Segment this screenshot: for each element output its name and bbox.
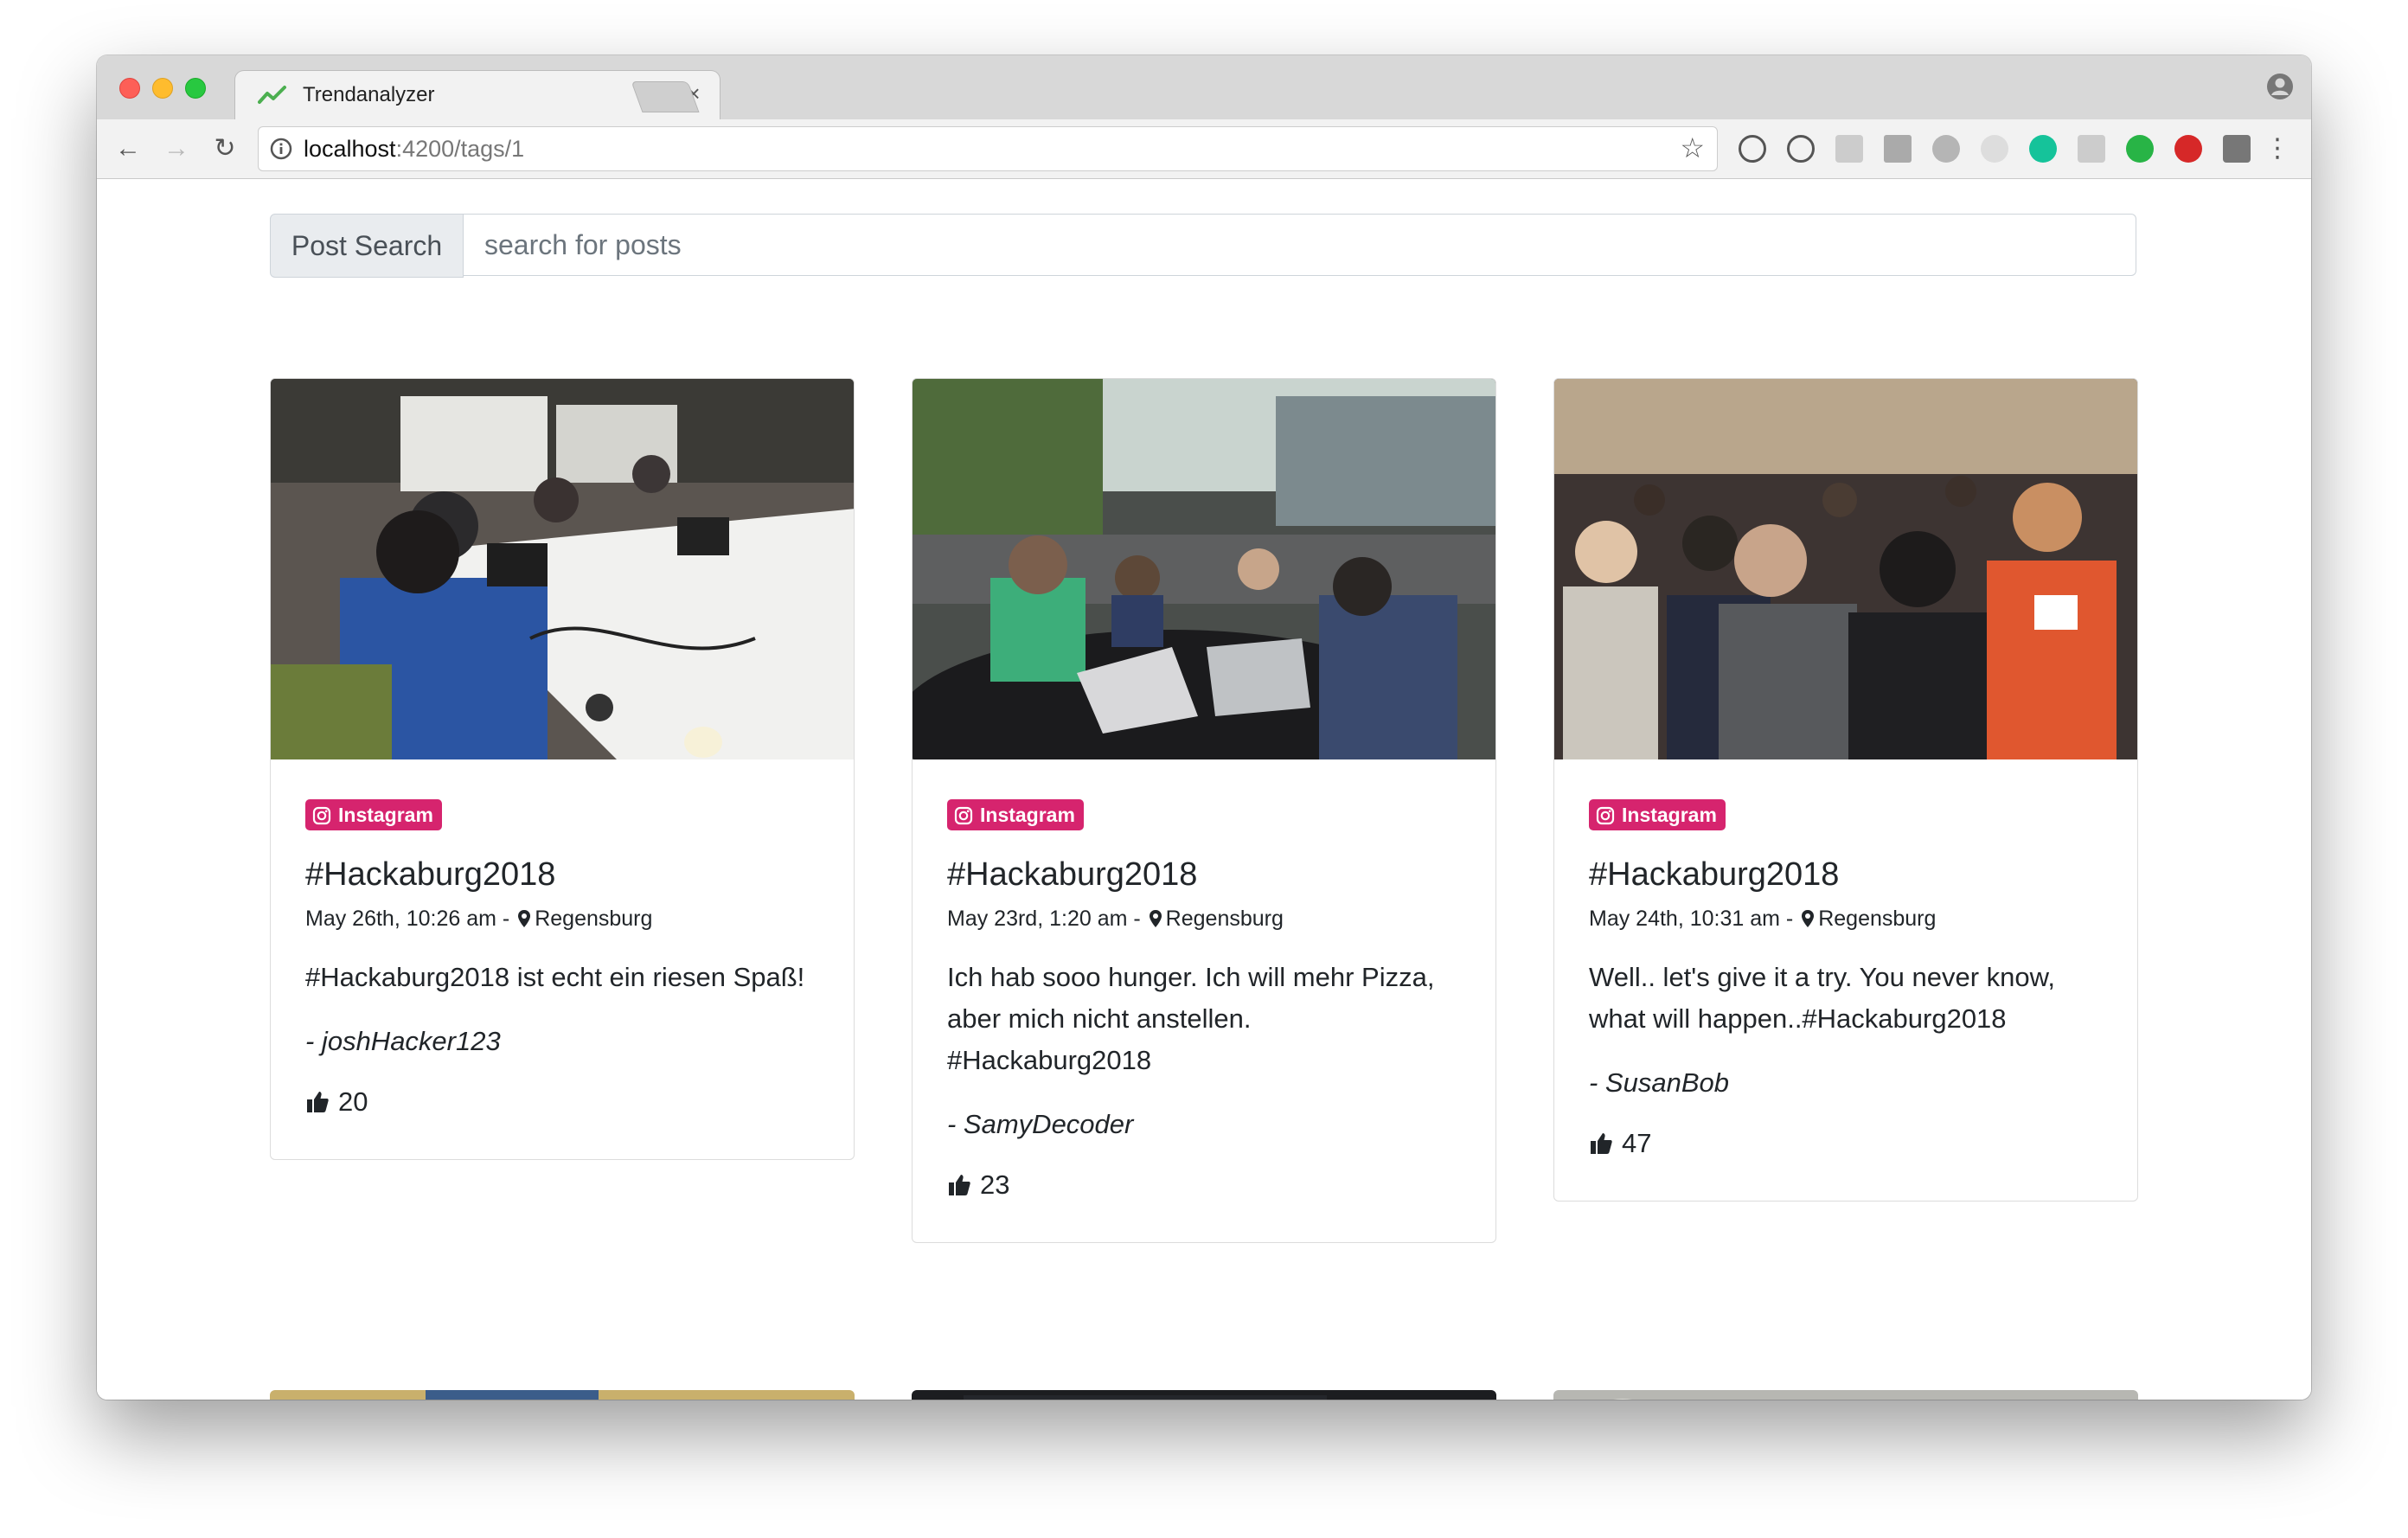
likes-count: 47 (1622, 1128, 1652, 1158)
post-card-image-partial (912, 1390, 1496, 1400)
forward-arrow-icon[interactable]: → (159, 131, 194, 166)
likes-count: 23 (980, 1170, 1010, 1200)
drive-extension-icon[interactable] (1932, 135, 1960, 163)
meta-separator: - (1133, 907, 1141, 931)
post-image (1554, 379, 2137, 759)
post-location: Regensburg (1818, 907, 1937, 931)
sync-extension-icon[interactable] (1739, 135, 1766, 163)
post-author: - joshHacker123 (305, 1026, 501, 1056)
thumbs-up-icon (949, 1175, 970, 1195)
post-location: Regensburg (535, 907, 653, 931)
post-card: Instagram #Hackaburg2018 May 24th, 10:31… (1553, 378, 2138, 1202)
close-window-button[interactable] (119, 78, 140, 99)
puzzle-extension-icon[interactable] (1835, 135, 1863, 163)
likes-count: 20 (338, 1086, 368, 1117)
post-meta: May 23rd, 1:20 am - Regensburg (947, 905, 1461, 932)
post-meta: May 24th, 10:31 am - Regensburg (1589, 905, 2103, 932)
url-text[interactable]: localhost:4200/tags/1 (304, 136, 524, 163)
post-image (913, 379, 1495, 759)
map-marker-icon (518, 910, 531, 927)
new-tab-button[interactable] (631, 81, 700, 112)
instagram-icon (1596, 806, 1615, 825)
minimize-window-button[interactable] (152, 78, 173, 99)
post-title: #Hackaburg2018 (305, 856, 556, 893)
bookmark-star-icon[interactable]: ☆ (1680, 134, 1705, 162)
instagram-badge[interactable]: Instagram (947, 799, 1084, 830)
post-location: Regensburg (1165, 907, 1284, 931)
url-path: :4200/tags/1 (395, 136, 525, 162)
meta-separator: - (1785, 907, 1794, 931)
post-card: Instagram #Hackaburg2018 May 23rd, 1:20 … (912, 378, 1496, 1243)
post-likes: 47 (1589, 1126, 2103, 1161)
post-search-group: Post Search (270, 214, 2138, 278)
trend-chart-icon (258, 86, 286, 104)
grid-extension-icon[interactable] (2078, 135, 2105, 163)
pushbullet-extension-icon[interactable] (2126, 135, 2154, 163)
jpg-extension-icon[interactable] (1884, 135, 1912, 163)
post-likes: 23 (947, 1168, 1461, 1202)
reload-icon[interactable]: ↻ (208, 131, 242, 166)
instagram-icon (312, 806, 331, 825)
page-content: Post Search search for posts Instagram #… (97, 179, 2311, 1400)
instagram-icon (954, 806, 973, 825)
post-text: Well.. let's give it a try. You never kn… (1589, 962, 2055, 1034)
tab-title: Trendanalyzer (303, 83, 435, 106)
zoom-window-button[interactable] (185, 78, 206, 99)
1password-extension-icon[interactable] (1787, 135, 1815, 163)
post-text: #Hackaburg2018 ist echt ein riesen Spaß! (305, 962, 805, 992)
post-card-image-partial (270, 1390, 855, 1400)
meta-separator: - (502, 907, 510, 931)
post-meta: May 26th, 10:26 am - Regensburg (305, 905, 819, 932)
post-author: - SusanBob (1589, 1067, 1729, 1098)
adblock-extension-icon[interactable] (2174, 135, 2202, 163)
post-card-image-partial (1553, 1390, 2138, 1400)
profile-icon[interactable] (2266, 73, 2294, 100)
address-bar[interactable]: localhost:4200/tags/1 ☆ (258, 126, 1718, 171)
post-search-label: Post Search (270, 214, 464, 278)
post-text: Ich hab sooo hunger. Ich will mehr Pizza… (947, 962, 1435, 1075)
post-title: #Hackaburg2018 (1589, 856, 1840, 893)
post-search-input[interactable] (464, 214, 2136, 276)
tab-strip: Trendanalyzer × (97, 55, 2311, 121)
badge-label: Instagram (980, 804, 1075, 826)
map-marker-icon (1149, 910, 1162, 927)
post-image (271, 379, 854, 759)
post-body: Instagram #Hackaburg2018 May 23rd, 1:20 … (913, 759, 1495, 1242)
post-date: May 26th, 10:26 am (305, 907, 496, 931)
instagram-badge[interactable]: Instagram (1589, 799, 1726, 830)
back-arrow-icon[interactable]: ← (111, 131, 145, 166)
thumbs-up-icon (307, 1092, 329, 1112)
map-marker-icon (1802, 910, 1815, 927)
browser-menu-icon[interactable]: ⋮ (2264, 131, 2290, 166)
badge-label: Instagram (1622, 804, 1717, 826)
post-body: Instagram #Hackaburg2018 May 24th, 10:31… (1554, 759, 2137, 1201)
post-card: Instagram #Hackaburg2018 May 26th, 10:26… (270, 378, 855, 1160)
grammarly-extension-icon[interactable] (2029, 135, 2057, 163)
post-body: Instagram #Hackaburg2018 May 26th, 10:26… (271, 759, 854, 1159)
badge-label: Instagram (338, 804, 433, 826)
camera-extension-icon[interactable] (2223, 135, 2251, 163)
post-author: - SamyDecoder (947, 1109, 1134, 1139)
post-date: May 24th, 10:31 am (1589, 907, 1780, 931)
post-likes: 20 (305, 1085, 819, 1119)
browser-toolbar: ← → ↻ localhost:4200/tags/1 ☆ ⋮ (97, 119, 2311, 179)
browser-window: Trendanalyzer × ← → ↻ localhost:4200/tag… (97, 55, 2311, 1400)
link-extension-icon[interactable] (1981, 135, 2008, 163)
thumbs-up-icon (1591, 1133, 1612, 1154)
instagram-badge[interactable]: Instagram (305, 799, 442, 830)
post-date: May 23rd, 1:20 am (947, 907, 1128, 931)
post-title: #Hackaburg2018 (947, 856, 1198, 893)
url-host: localhost (304, 136, 396, 162)
info-icon[interactable] (269, 137, 293, 161)
